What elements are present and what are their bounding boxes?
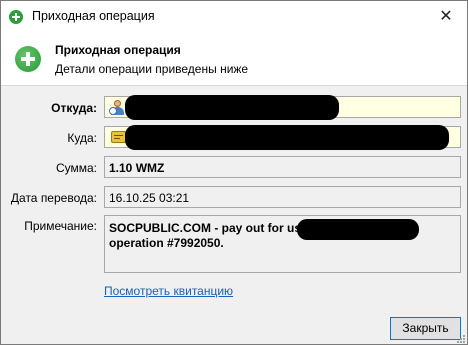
amount-value: 1.10 WMZ: [109, 161, 165, 175]
resize-grip[interactable]: [456, 334, 466, 344]
green-plus-icon: [15, 46, 41, 72]
redaction-mask: [297, 219, 419, 240]
to-field[interactable]: [104, 125, 461, 150]
date-label: Дата перевода:: [10, 191, 97, 205]
redaction-mask: [125, 125, 449, 150]
amount-field: 1.10 WMZ: [104, 156, 461, 178]
view-receipt-link[interactable]: Посмотреть квитанцию: [104, 284, 233, 298]
from-label: Откуда:: [51, 101, 97, 115]
window-title: Приходная операция: [32, 9, 155, 23]
redaction-mask: [125, 95, 339, 120]
green-plus-icon: [9, 10, 23, 24]
window-close-button[interactable]: ✕: [427, 4, 465, 28]
to-label: Куда:: [67, 131, 97, 145]
close-button[interactable]: Закрыть: [390, 317, 461, 340]
note-line-1: SOCPUBLIC.COM - pay out for user: [109, 221, 313, 235]
date-field: 16.10.25 03:21: [104, 186, 461, 208]
wallet-icon: [111, 131, 126, 143]
user-icon: [109, 100, 125, 116]
from-field[interactable]: [104, 95, 461, 120]
amount-label: Сумма:: [55, 161, 97, 175]
dialog-header: Приходная операция Детали операции приве…: [1, 32, 467, 86]
note-field[interactable]: SOCPUBLIC.COM - pay out for user operati…: [104, 215, 461, 273]
note-line-2: operation #7992050.: [109, 236, 224, 250]
date-value: 16.10.25 03:21: [109, 191, 190, 205]
operation-dialog: Приходная операция ✕ Приходная операция …: [0, 0, 468, 345]
note-label: Примечание:: [24, 219, 97, 233]
header-title: Приходная операция: [55, 43, 181, 57]
title-bar: Приходная операция ✕: [1, 1, 467, 32]
header-subtitle: Детали операции приведены ниже: [55, 62, 249, 76]
